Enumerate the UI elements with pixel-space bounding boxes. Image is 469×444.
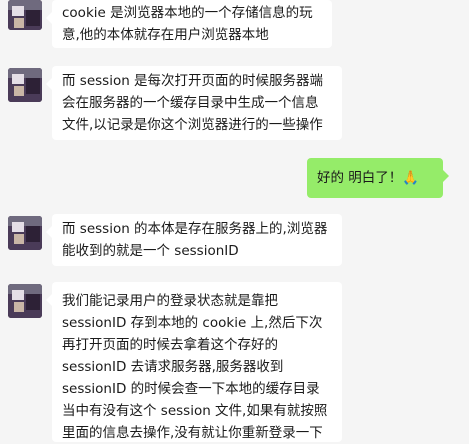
message-text-line: 能收到的就是一个 sessionID <box>62 243 239 259</box>
message-bubble[interactable]: 好的 明白了！🙏 <box>307 158 449 198</box>
message-text-line: 里面的信息去操作,没有就让你重新登录一下 <box>62 425 323 441</box>
avatar-image-icon <box>8 68 42 102</box>
message-text-line: 会在服务器的一个缓存目录中生成一个信息 <box>62 95 319 111</box>
message-bubble[interactable]: 而 session 的本体是存在服务器上的,浏览器 能收到的就是一个 sessi… <box>46 214 342 266</box>
message-text-line: sessionID 的时候会查一下本地的缓存目录 <box>62 381 320 397</box>
message-text-line: 而 session 的本体是存在服务器上的,浏览器 <box>62 221 328 237</box>
message-text-line: 而 session 是每次打开页面的时候服务器端 <box>62 73 324 89</box>
message-text-line: cookie 是浏览器本地的一个存储信息的玩 <box>62 5 313 21</box>
message-bubble[interactable]: 我们能记录用户的登录状态就是靠把 sessionID 存到本地的 cookie … <box>46 282 342 442</box>
message-bubble[interactable]: 而 session 是每次打开页面的时候服务器端 会在服务器的一个缓存目录中生成… <box>46 66 342 140</box>
message-text-line: 意,他的本体就存在用户浏览器本地 <box>62 27 269 43</box>
avatar-image-icon <box>8 284 42 318</box>
message-text-line: sessionID 存到本地的 cookie 上,然后下次 <box>62 315 323 331</box>
message-text-line: 再打开页面的时候去拿着这个存好的 <box>62 337 278 353</box>
message-bubble[interactable]: cookie 是浏览器本地的一个存储信息的玩 意,他的本体就存在用户浏览器本地 <box>46 0 332 48</box>
message-text-line: 我们能记录用户的登录状态就是靠把 <box>62 293 278 309</box>
message-text-line: sessionID 去请求服务器,服务器收到 <box>62 359 284 375</box>
message-text-line: 当中有没有这个 session 文件,如果有就按照 <box>62 403 328 419</box>
avatar-image-icon <box>8 0 42 30</box>
avatar[interactable] <box>8 216 42 250</box>
message-text-line: 文件,以记录是你这个浏览器进行的一些操作 <box>62 117 323 133</box>
avatar[interactable] <box>8 0 42 30</box>
avatar[interactable] <box>8 68 42 102</box>
avatar[interactable] <box>8 284 42 318</box>
message-text-line: 好的 明白了！🙏 <box>317 170 420 186</box>
avatar-image-icon <box>8 216 42 250</box>
